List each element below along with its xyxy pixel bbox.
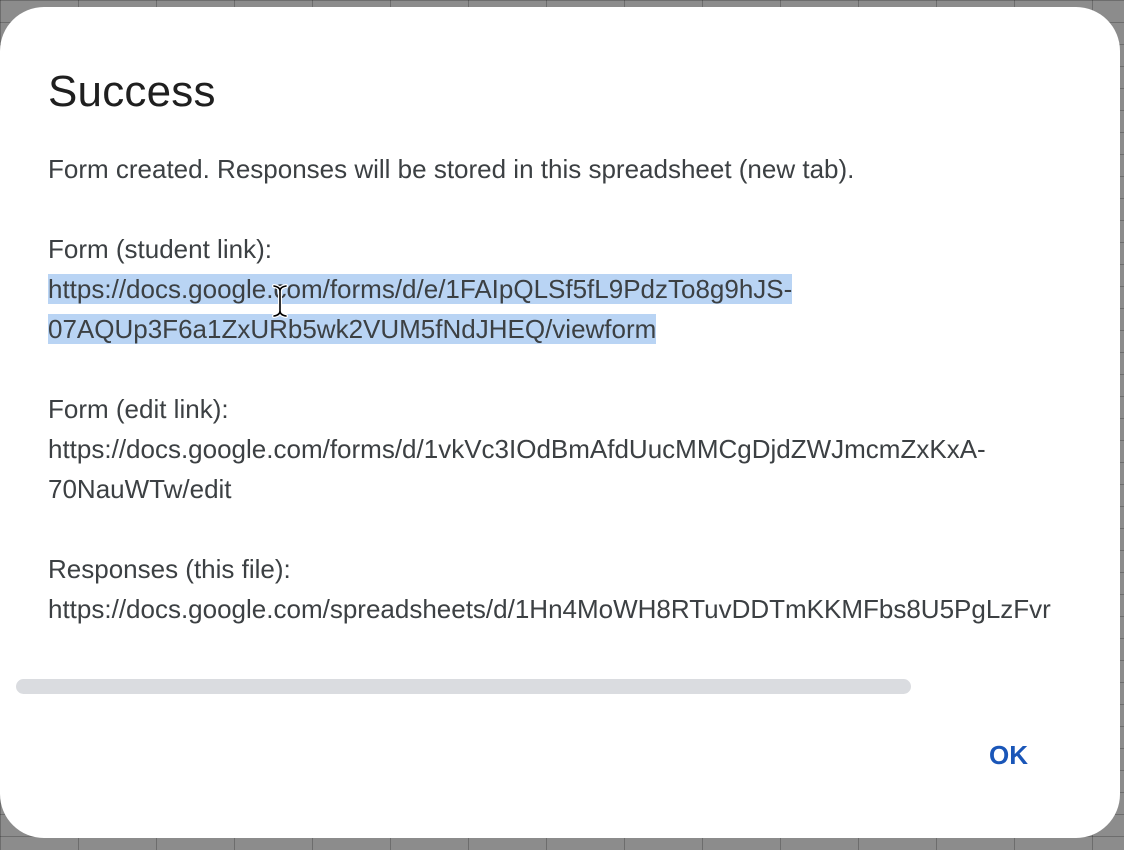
edit-link-line1[interactable]: https://docs.google.com/forms/d/1vkVc3IO… [48, 429, 1120, 469]
dialog-content: Form created. Responses will be stored i… [48, 149, 1120, 629]
edit-link-line2[interactable]: 70NauWTw/edit [48, 469, 1120, 509]
student-link-line2[interactable]: 07AQUp3F6a1ZxURb5wk2VUM5fNdJHEQ/viewform [48, 314, 657, 344]
responses-link[interactable]: https://docs.google.com/spreadsheets/d/1… [48, 589, 1120, 629]
dialog-title: Success [48, 67, 216, 116]
dialog-message: Form created. Responses will be stored i… [48, 154, 855, 184]
student-link-label: Form (student link): [48, 234, 272, 264]
responses-label: Responses (this file): [48, 554, 291, 584]
text-cursor-icon [272, 284, 288, 318]
ok-button[interactable]: OK [967, 734, 1050, 777]
success-dialog: Success Form created. Responses will be … [0, 7, 1120, 838]
student-link-line1[interactable]: https://docs.google.com/forms/d/e/1FAIpQ… [48, 274, 793, 304]
horizontal-scrollbar[interactable] [16, 679, 911, 694]
edit-link-label: Form (edit link): [48, 394, 229, 424]
